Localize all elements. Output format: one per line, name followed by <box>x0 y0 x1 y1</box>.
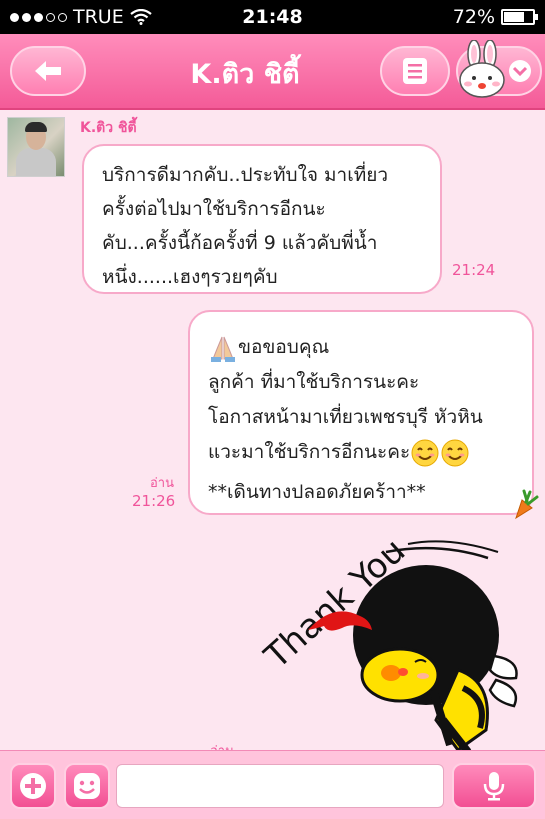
message-input[interactable] <box>116 764 444 808</box>
microphone-button[interactable] <box>452 763 536 809</box>
back-button[interactable] <box>10 46 86 96</box>
message-line: หนึ่ง......เฮงๆรวยๆคับ <box>102 266 278 288</box>
sender-name: K.ติว ชิตี้ <box>80 120 137 136</box>
carrier-label: TRUE <box>73 6 124 28</box>
input-bar <box>0 750 545 819</box>
smiley-emoji-icon <box>441 439 469 466</box>
message-line: ขอขอบคุณ <box>238 336 330 358</box>
message-line: คับ...ครั้งนี้ก้อครั้งที่ 9 แล้วคับพี่น้… <box>102 232 378 254</box>
menu-button[interactable] <box>380 46 450 96</box>
read-receipt: อ่าน <box>150 476 174 491</box>
menu-list-icon <box>403 58 427 84</box>
message-time: 21:24 <box>452 261 496 279</box>
message-bubble-outgoing[interactable]: ขอขอบคุณ ลูกค้า ที่มาใช้บริการนะคะ โอกาส… <box>188 310 534 515</box>
plus-icon <box>20 773 46 799</box>
sticker-button[interactable] <box>64 763 110 809</box>
back-arrow-icon <box>35 61 61 81</box>
smiley-icon <box>74 773 100 799</box>
message-line: แวะมาใช้บริการอีกนะคะ <box>208 441 411 463</box>
avatar[interactable] <box>7 117 65 177</box>
signal-dots <box>10 12 67 22</box>
smiley-emoji-icon <box>411 439 439 466</box>
message-line: ลูกค้า ที่มาใช้บริการนะคะ <box>208 371 420 393</box>
message-bubble-incoming[interactable]: บริการดีมากคับ..ประทับใจ มาเที่ยว ครั้งต… <box>82 144 442 294</box>
plus-button[interactable] <box>10 763 56 809</box>
battery-percent: 72% <box>452 6 495 28</box>
message-line: โอกาสหน้ามาเที่ยวเพชรบุรี หัวหิน <box>208 406 483 428</box>
chat-title: K.ติว ชิตี้ <box>190 59 300 90</box>
status-bar: TRUE 21:48 72% <box>0 0 545 34</box>
bunny-sticker-icon <box>459 40 505 98</box>
message-line: บริการดีมากคับ..ประทับใจ มาเที่ยว <box>102 164 389 186</box>
chevron-down-icon <box>509 60 531 82</box>
praying-hands-icon <box>211 336 235 362</box>
carrot-icon <box>515 489 539 520</box>
battery-icon <box>501 9 538 25</box>
microphone-icon <box>483 772 505 801</box>
wifi-icon <box>130 9 152 25</box>
message-line: **เดินทางปลอดภัยคร้าา** <box>208 481 426 503</box>
thank-you-sticker[interactable]: Thank You <box>258 530 533 758</box>
message-line: ครั้งต่อไปมาใช้บริการอีกนะ <box>102 198 326 220</box>
message-time: 21:26 <box>132 492 176 510</box>
